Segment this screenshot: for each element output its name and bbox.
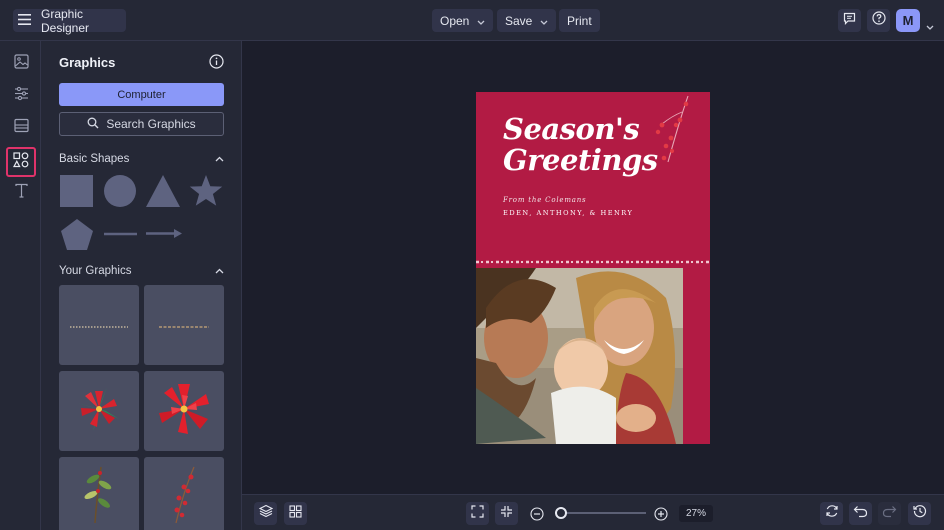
chat-icon: [843, 12, 856, 30]
refresh-icon: [825, 504, 839, 523]
basic-shapes-header[interactable]: Basic Shapes: [59, 153, 224, 165]
app-menu-button[interactable]: Graphic Designer: [13, 6, 126, 35]
bottom-bar: 27%: [242, 494, 944, 530]
sync-button[interactable]: [820, 502, 843, 525]
layers-icon: [258, 504, 273, 523]
save-menu-button[interactable]: Save: [497, 9, 557, 32]
basic-shapes-heading: Basic Shapes: [59, 153, 130, 165]
greeting-card[interactable]: Season's Greetings From the Colemans EDE…: [476, 92, 710, 444]
arrow-shape[interactable]: [145, 227, 183, 240]
card-headline[interactable]: Season's Greetings: [503, 114, 658, 176]
graphic-tile-poinsettia-large[interactable]: [144, 371, 224, 451]
save-label: Save: [505, 13, 533, 28]
print-label: Print: [567, 13, 592, 28]
pentagon-shape[interactable]: [59, 218, 95, 252]
open-label: Open: [440, 13, 470, 28]
line-shape[interactable]: [103, 231, 139, 237]
chevron-down-icon[interactable]: [926, 17, 934, 35]
tool-rail: [0, 41, 41, 530]
text-icon: [14, 183, 29, 203]
layout-icon: [13, 118, 29, 138]
rail-layout-button[interactable]: [6, 113, 36, 143]
circle-shape[interactable]: [103, 174, 138, 208]
leaf-branch-icon: [79, 465, 119, 530]
layers-button[interactable]: [254, 502, 277, 525]
graphic-tile-leaf-branch[interactable]: [59, 457, 139, 530]
actual-size-button[interactable]: [495, 502, 518, 525]
rail-photos-button[interactable]: [6, 49, 36, 79]
berry-branch-icon: [164, 465, 204, 530]
rail-adjust-button[interactable]: [6, 81, 36, 111]
search-graphics-button[interactable]: Search Graphics: [59, 112, 224, 136]
redo-icon: [882, 505, 897, 523]
comments-button[interactable]: [838, 9, 861, 32]
star-shape[interactable]: [188, 174, 224, 208]
zoom-in-icon[interactable]: [654, 507, 668, 526]
chevron-up-icon: [215, 265, 224, 277]
sliders-icon: [14, 86, 29, 106]
graphic-tile-dashed-line[interactable]: [144, 285, 224, 365]
top-bar: Graphic Designer Open Save Print M: [0, 0, 944, 41]
your-graphics-header[interactable]: Your Graphics: [59, 265, 224, 277]
graphics-panel: Graphics Computer Search Graphics Basic …: [41, 41, 242, 530]
canvas-stage: Season's Greetings From the Colemans EDE…: [242, 41, 944, 494]
rail-graphics-button[interactable]: [6, 147, 36, 177]
zoom-out-icon[interactable]: [530, 507, 544, 526]
graphic-tile-dotted-line[interactable]: [59, 285, 139, 365]
upload-computer-button[interactable]: Computer: [59, 83, 224, 106]
hamburger-menu-icon: [18, 12, 31, 30]
fit-to-screen-button[interactable]: [466, 502, 489, 525]
card-names-line[interactable]: EDEN, ANTHONY, & HENRY: [503, 209, 633, 217]
family-photo[interactable]: [476, 268, 683, 444]
search-graphics-label: Search Graphics: [106, 117, 196, 131]
dashed-line-graphic: [158, 316, 210, 334]
headline-line-1: Season's: [503, 112, 640, 146]
poinsettia-icon: [156, 381, 212, 442]
berry-sprig-graphic[interactable]: [650, 94, 694, 166]
square-shape[interactable]: [59, 174, 95, 208]
grid-view-button[interactable]: [284, 502, 307, 525]
info-icon[interactable]: [209, 54, 224, 74]
history-icon: [912, 504, 927, 523]
chevron-down-icon: [469, 14, 485, 28]
undo-button[interactable]: [849, 502, 872, 525]
expand-icon: [471, 504, 484, 523]
help-icon: [871, 11, 886, 30]
print-button[interactable]: Print: [559, 9, 600, 32]
poinsettia-icon: [74, 384, 124, 439]
zoom-slider-track[interactable]: [555, 512, 646, 514]
shapes-icon: [12, 151, 29, 173]
headline-line-2: Greetings: [503, 143, 658, 177]
triangle-shape[interactable]: [145, 174, 181, 208]
history-button[interactable]: [908, 502, 931, 525]
image-icon: [13, 54, 29, 74]
collapse-icon: [500, 505, 513, 523]
open-menu-button[interactable]: Open: [432, 9, 494, 32]
panel-title: Graphics: [59, 55, 116, 70]
graphic-tile-poinsettia-small[interactable]: [59, 371, 139, 451]
help-button[interactable]: [867, 9, 890, 32]
search-icon: [87, 117, 99, 132]
dotted-line-graphic: [69, 316, 129, 334]
zoom-slider-handle[interactable]: [555, 507, 567, 519]
app-title: Graphic Designer: [41, 6, 90, 35]
redo-button[interactable]: [878, 502, 901, 525]
chevron-down-icon: [532, 14, 548, 28]
rail-text-button[interactable]: [6, 178, 36, 208]
zoom-level[interactable]: 27%: [679, 505, 713, 522]
your-graphics-heading: Your Graphics: [59, 265, 132, 277]
card-from-line[interactable]: From the Colemans: [503, 196, 586, 204]
grid-icon: [289, 504, 302, 523]
user-avatar[interactable]: M: [896, 9, 920, 32]
chevron-up-icon: [215, 153, 224, 165]
stitch-divider: [476, 260, 710, 264]
undo-icon: [853, 505, 868, 523]
graphic-tile-berry-branch[interactable]: [144, 457, 224, 530]
